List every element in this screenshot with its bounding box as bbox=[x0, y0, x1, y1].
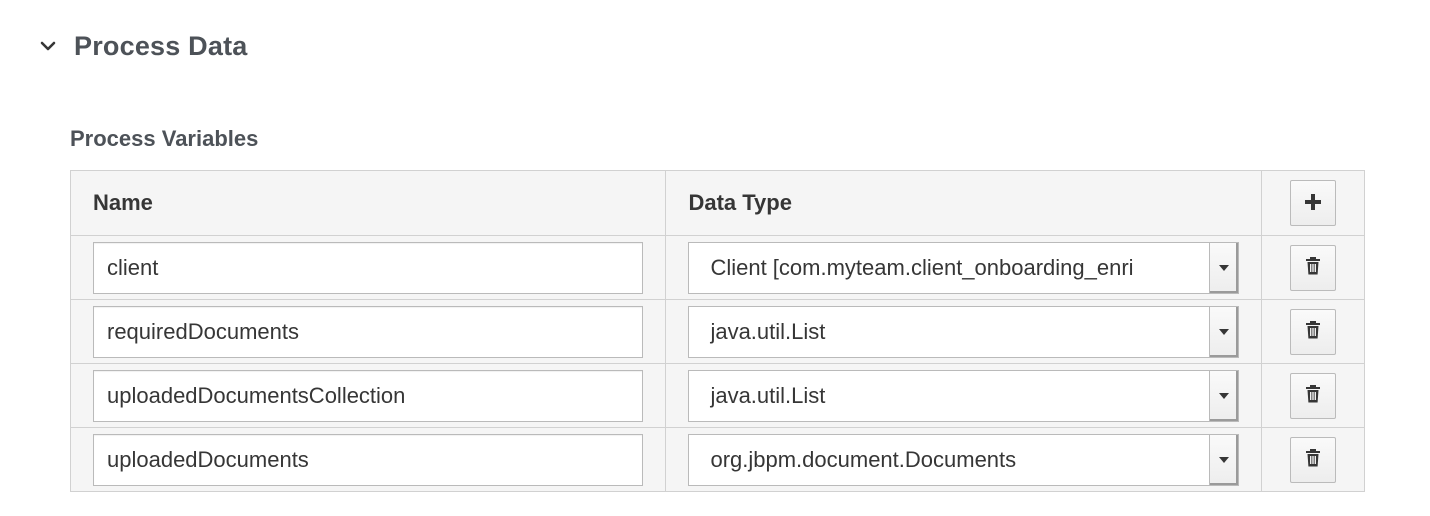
actions-cell bbox=[1260, 299, 1366, 364]
data-type-selected-value: java.util.List bbox=[710, 318, 826, 344]
delete-variable-button[interactable] bbox=[1289, 308, 1336, 355]
data-type-selected-value: java.util.List bbox=[710, 382, 826, 408]
variable-name-input[interactable] bbox=[93, 241, 644, 294]
column-header-actions bbox=[1260, 170, 1366, 236]
variable-name-input[interactable] bbox=[93, 305, 644, 358]
data-type-cell: java.util.List bbox=[665, 363, 1262, 428]
table-row: java.util.List bbox=[69, 363, 1366, 428]
trash-icon bbox=[1305, 321, 1321, 342]
section-title: Process Data bbox=[74, 30, 248, 61]
data-type-select[interactable]: java.util.List bbox=[688, 305, 1239, 358]
data-type-cell: java.util.List bbox=[665, 299, 1262, 364]
process-data-section-toggle[interactable]: Process Data bbox=[36, 26, 248, 66]
variable-name-input[interactable] bbox=[93, 369, 644, 422]
name-cell bbox=[69, 363, 667, 428]
delete-variable-button[interactable] bbox=[1289, 436, 1336, 483]
column-header-data-type: Data Type bbox=[665, 170, 1262, 236]
process-variables-title: Process Variables bbox=[70, 126, 259, 151]
data-type-select[interactable]: Client [com.myteam.client_onboarding_enr… bbox=[688, 241, 1239, 294]
data-type-selected-value: org.jbpm.document.Documents bbox=[710, 446, 1017, 472]
actions-cell bbox=[1260, 235, 1366, 300]
delete-variable-button[interactable] bbox=[1289, 372, 1336, 419]
trash-icon bbox=[1305, 449, 1321, 470]
data-type-cell: Client [com.myteam.client_onboarding_enr… bbox=[665, 235, 1262, 300]
name-cell bbox=[69, 427, 667, 492]
name-cell bbox=[69, 299, 667, 364]
table-header-row: Name Data Type bbox=[69, 170, 1366, 236]
data-type-select[interactable]: java.util.List bbox=[688, 369, 1239, 422]
actions-cell bbox=[1260, 427, 1366, 492]
plus-icon bbox=[1304, 193, 1322, 214]
column-header-name-label: Name bbox=[93, 190, 153, 215]
name-cell bbox=[69, 235, 667, 300]
variable-name-input[interactable] bbox=[93, 433, 644, 486]
caret-down-icon[interactable] bbox=[1208, 370, 1238, 421]
data-type-select[interactable]: org.jbpm.document.Documents bbox=[688, 433, 1239, 486]
add-variable-button[interactable] bbox=[1289, 180, 1336, 226]
data-type-cell: org.jbpm.document.Documents bbox=[665, 427, 1262, 492]
table-row: java.util.List bbox=[69, 299, 1366, 364]
column-header-data-type-label: Data Type bbox=[688, 190, 792, 215]
data-type-selected-value: Client [com.myteam.client_onboarding_enr… bbox=[710, 254, 1134, 280]
caret-down-icon[interactable] bbox=[1208, 242, 1238, 293]
column-header-name: Name bbox=[69, 170, 667, 236]
trash-icon bbox=[1305, 257, 1321, 278]
table-row: Client [com.myteam.client_onboarding_enr… bbox=[69, 235, 1366, 300]
table-row: org.jbpm.document.Documents bbox=[69, 427, 1366, 492]
trash-icon bbox=[1305, 385, 1321, 406]
process-variables-table: Name Data Type client Client [com.myteam… bbox=[69, 170, 1366, 492]
caret-down-icon[interactable] bbox=[1208, 434, 1238, 485]
chevron-down-icon[interactable] bbox=[36, 34, 60, 58]
delete-variable-button[interactable] bbox=[1289, 244, 1336, 291]
actions-cell bbox=[1260, 363, 1366, 428]
caret-down-icon[interactable] bbox=[1208, 306, 1238, 357]
